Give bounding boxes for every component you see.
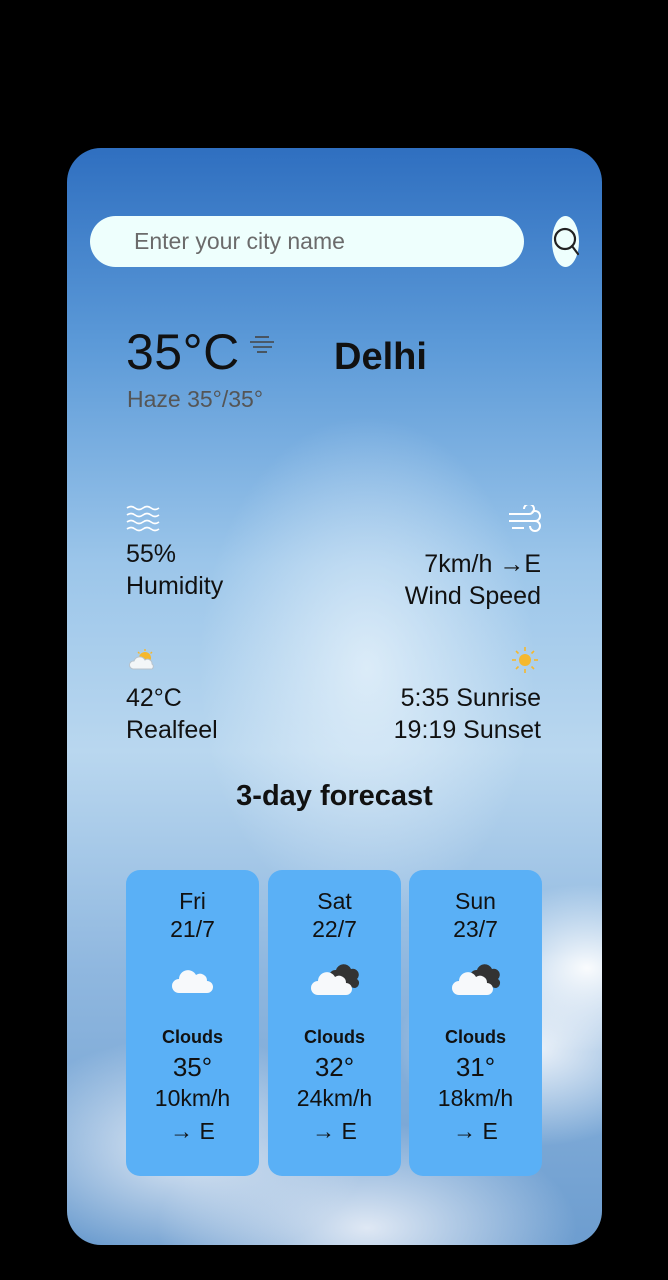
broken-clouds-icon — [451, 964, 500, 995]
wind-icon — [509, 505, 541, 532]
haze-icon — [250, 336, 274, 353]
forecast-condition: Clouds — [304, 1027, 365, 1047]
forecast-condition: Clouds — [162, 1027, 223, 1047]
forecast-wind: 24km/h — [296, 1085, 373, 1111]
forecast-day: Sat — [317, 888, 352, 914]
wind-stat: 7km/h →E Wind Speed — [405, 548, 541, 612]
search-bar[interactable] — [90, 216, 524, 267]
forecast-temp: 31° — [455, 1052, 496, 1082]
forecast-wind-direction: → E — [453, 1118, 498, 1144]
forecast-date: 22/7 — [312, 916, 357, 942]
humidity-label: Humidity — [126, 572, 224, 600]
partly-cloudy-icon — [129, 649, 154, 670]
realfeel-label: Realfeel — [126, 716, 218, 744]
forecast-wind: 18km/h — [437, 1085, 514, 1111]
forecast-date: 23/7 — [453, 916, 498, 942]
search-button[interactable] — [552, 216, 579, 267]
forecast-date: 21/7 — [170, 916, 215, 942]
forecast-day: Sun — [455, 888, 496, 914]
humidity-value: 55% — [126, 540, 177, 568]
forecast-card-sun: Sun 23/7 Clouds 31° 18km/h → E — [409, 870, 542, 1176]
forecast-wind-direction: → E — [170, 1118, 215, 1144]
forecast-card-sat: Sat 22/7 Clouds 32° 24km/h → E — [268, 870, 401, 1176]
wind-value: 7km/h →E — [424, 550, 541, 578]
forecast-condition: Clouds — [445, 1027, 506, 1047]
realfeel-stat: 42°C Realfeel — [126, 682, 218, 746]
forecast-wind-direction: → E — [312, 1118, 357, 1144]
search-icon — [553, 227, 579, 255]
sun-times-stat: 5:35 Sunrise 19:19 Sunset — [394, 682, 541, 746]
forecast-wind: 10km/h — [154, 1085, 231, 1111]
weather-description: Haze 35°/35° — [127, 386, 264, 412]
sunset-time: 19:19 Sunset — [393, 716, 541, 744]
sun-icon — [512, 647, 538, 673]
humidity-icon — [126, 505, 160, 532]
forecast-card-fri: Fri 21/7 Clouds 35° 10km/h → E — [126, 870, 259, 1176]
current-temperature: 35°C — [126, 324, 240, 380]
wind-label: Wind Speed — [404, 582, 541, 610]
forecast-temp: 32° — [314, 1052, 355, 1082]
forecast-temp: 35° — [172, 1052, 213, 1082]
forecast-day: Fri — [179, 888, 206, 914]
sunrise-time: 5:35 Sunrise — [400, 684, 541, 712]
forecast-title: 3-day forecast — [236, 780, 433, 812]
broken-clouds-icon — [310, 964, 359, 995]
cloud-icon — [171, 970, 213, 993]
city-name: Delhi — [334, 336, 427, 378]
realfeel-value: 42°C — [126, 684, 182, 712]
humidity-stat: 55% Humidity — [126, 538, 223, 602]
search-input[interactable] — [132, 227, 516, 256]
weather-card: 35°C Haze 35°/35° Delhi 55% Humidity 7km… — [67, 148, 602, 1245]
